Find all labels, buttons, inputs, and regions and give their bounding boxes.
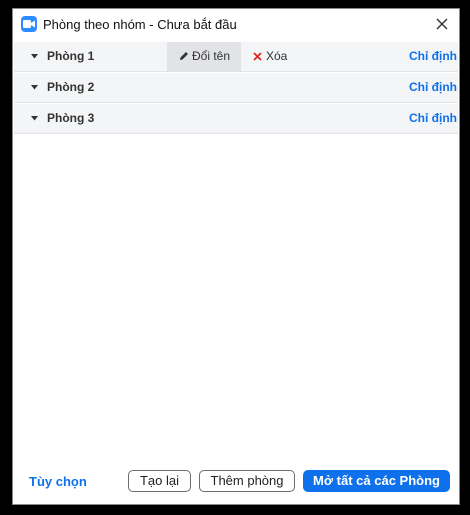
room-row-2[interactable]: Phòng 2 Chỉ định	[14, 73, 458, 103]
assign-link[interactable]: Chỉ định	[409, 80, 457, 94]
chevron-down-icon[interactable]	[31, 85, 38, 90]
window-title: Phòng theo nhóm - Chưa bắt đầu	[43, 17, 237, 32]
close-button[interactable]	[431, 13, 453, 35]
pencil-icon	[180, 52, 188, 60]
recreate-button[interactable]: Tạo lại	[128, 470, 191, 492]
room-name: Phòng 3	[47, 111, 95, 125]
zoom-app-icon	[21, 16, 37, 32]
breakout-rooms-window: Phòng theo nhóm - Chưa bắt đầu Phòng 1 Đ…	[12, 8, 460, 505]
footer-bar: Tùy chọn Tạo lại Thêm phòng Mở tất cả cá…	[13, 468, 459, 498]
delete-button[interactable]: Xóa	[241, 42, 301, 71]
room-row-3[interactable]: Phòng 3 Chỉ định	[14, 104, 458, 134]
options-link[interactable]: Tùy chọn	[29, 474, 87, 489]
room-row-1[interactable]: Phòng 1 Đổi tên Xóa Chỉ định	[14, 42, 458, 72]
title-bar: Phòng theo nhóm - Chưa bắt đầu	[13, 9, 459, 39]
rename-button[interactable]: Đổi tên	[167, 42, 241, 71]
chevron-down-icon[interactable]	[31, 116, 38, 121]
close-icon	[436, 18, 448, 30]
room-name: Phòng 2	[47, 80, 95, 94]
assign-link[interactable]: Chỉ định	[409, 111, 457, 125]
delete-x-icon	[253, 52, 262, 61]
delete-label: Xóa	[266, 49, 288, 63]
assign-link[interactable]: Chỉ định	[409, 49, 457, 63]
rename-label: Đổi tên	[192, 49, 231, 63]
room-name: Phòng 1	[47, 49, 95, 63]
chevron-down-icon[interactable]	[31, 54, 38, 59]
open-all-rooms-button[interactable]: Mở tất cả các Phòng	[303, 470, 450, 492]
add-room-button[interactable]: Thêm phòng	[199, 470, 295, 492]
room-list: Phòng 1 Đổi tên Xóa Chỉ định Phòng 2 Chỉ…	[14, 42, 458, 135]
